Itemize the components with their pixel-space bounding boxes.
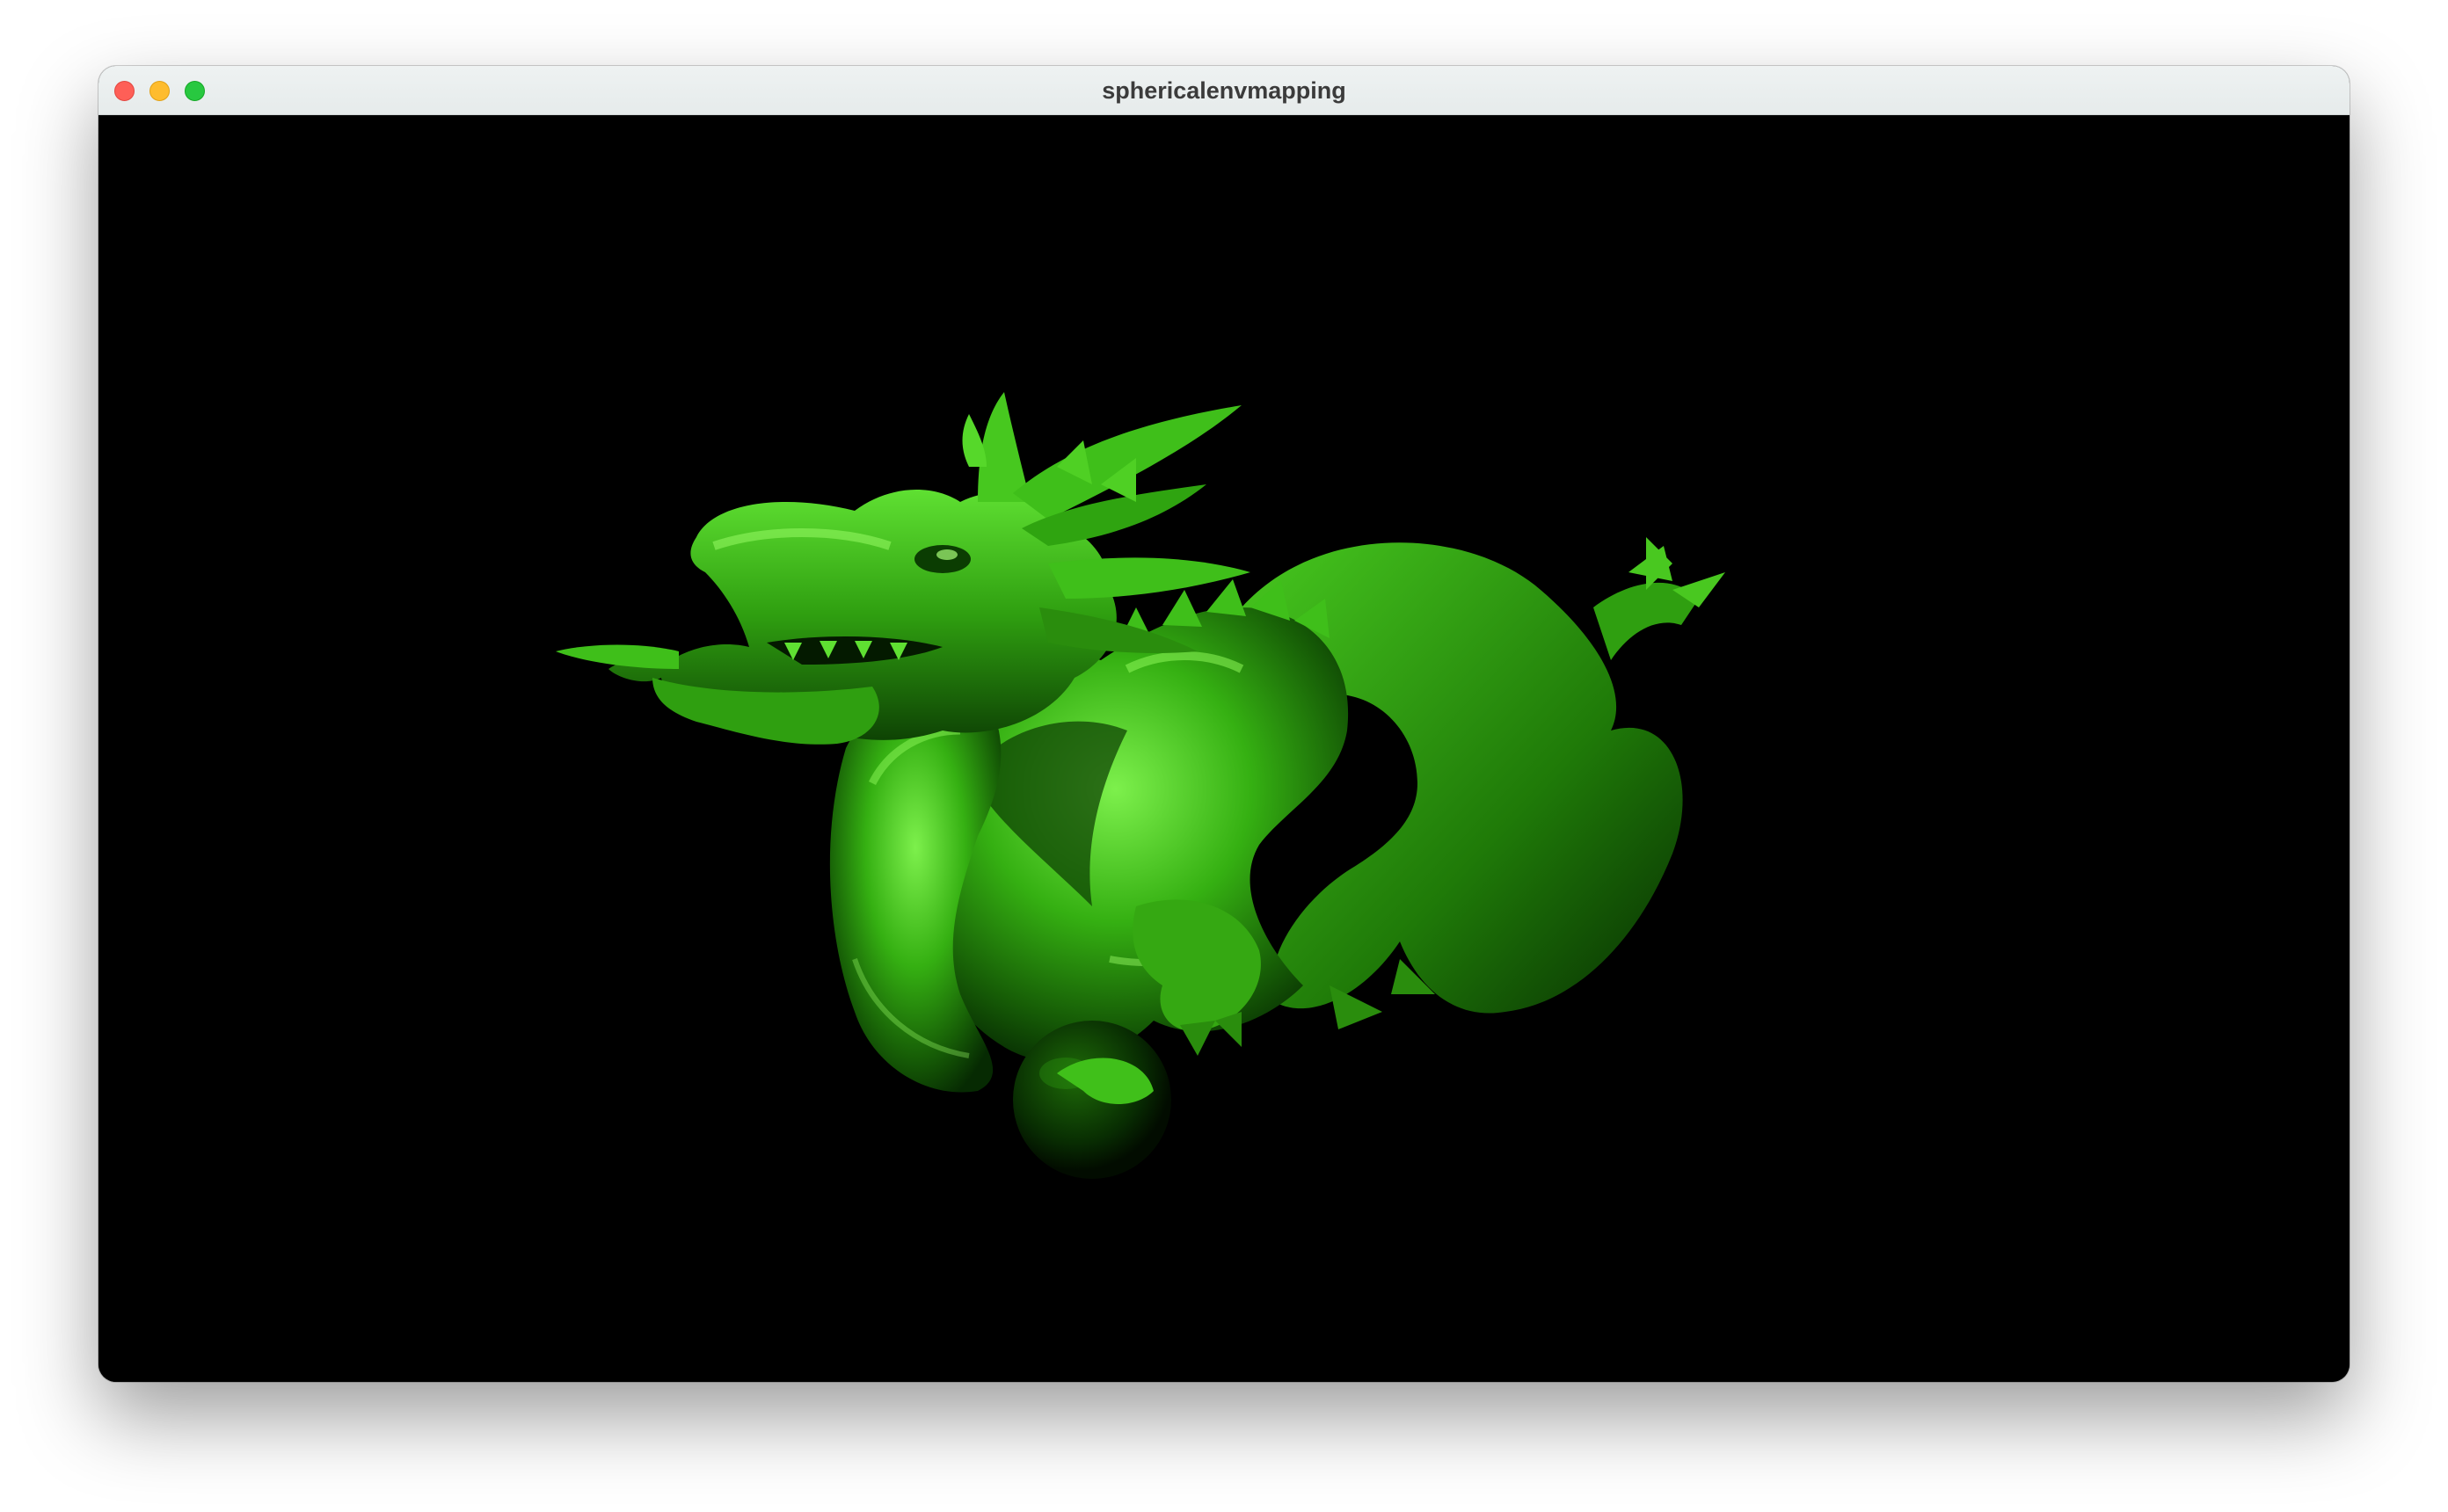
- render-viewport[interactable]: [98, 115, 2350, 1382]
- pearl-orb: [1013, 1021, 1171, 1179]
- app-window: sphericalenvmapping: [98, 66, 2350, 1382]
- window-title: sphericalenvmapping: [1102, 77, 1346, 104]
- dragon-render: [556, 392, 1725, 1179]
- title-bar[interactable]: sphericalenvmapping: [98, 66, 2350, 115]
